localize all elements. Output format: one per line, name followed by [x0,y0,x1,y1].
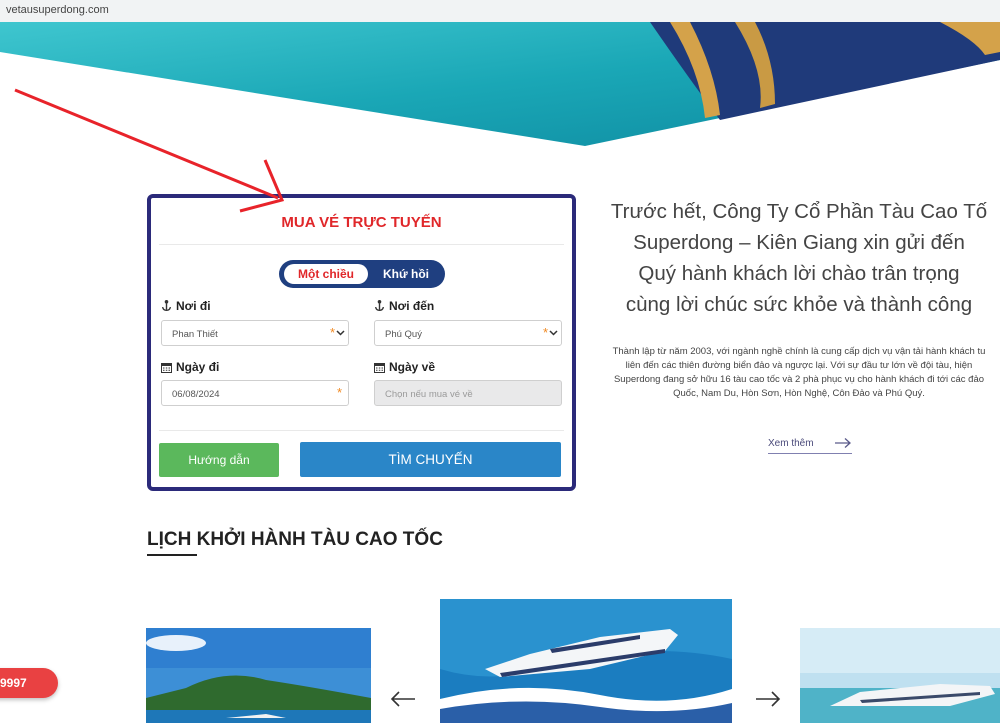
schedule-title: LỊCH KHỞI HÀNH TÀU CAO TỐC [147,529,443,550]
hero-banner [0,22,1000,146]
search-trips-button[interactable]: TÌM CHUYẾN [300,442,561,477]
title-underline [147,554,197,556]
to-label-row: Nơi đến [374,299,434,313]
calendar-icon [161,363,172,373]
required-mark: * [542,325,548,340]
round-trip-option[interactable]: Khứ hồi [371,264,441,284]
from-select[interactable]: Phan Thiết * [161,320,349,346]
ferry-photo-left[interactable] [146,628,371,723]
booking-form: MUA VÉ TRỰC TUYẾN Một chiều Khứ hồi Nơi … [147,194,576,491]
anchor-icon [162,300,171,311]
hotline-button[interactable]: 9997 [0,668,58,698]
required-mark: * [336,385,342,400]
depart-label-row: Ngày đi [161,360,219,374]
intro-line: Superdong – Kiên Giang xin gửi đến [633,231,965,254]
from-label: Nơi đi [176,299,211,313]
intro-body-line: Thành lập từ năm 2003, với ngành nghề ch… [612,346,986,357]
ferry-photo-right[interactable] [800,628,1000,723]
depart-label: Ngày đi [176,360,220,374]
chevron-down-icon [336,330,345,336]
intro-line: Trước hết, Công Ty Cổ Phần Tàu Cao Tố [610,200,988,223]
return-date-input[interactable]: Chọn nếu mua vé về [374,380,562,406]
intro-body: Thành lập từ năm 2003, với ngành nghề ch… [584,345,1000,401]
depart-value: 06/08/2024 [172,389,220,400]
return-placeholder: Chọn nếu mua vé về [385,389,473,400]
ferry-photo-center[interactable] [440,599,732,723]
depart-date-input[interactable]: 06/08/2024 * [161,380,349,406]
guide-button[interactable]: Hướng dẫn [159,443,279,477]
intro-line: cùng lời chúc sức khỏe và thành công [625,293,973,316]
to-value: Phú Quý [385,329,422,340]
return-label-row: Ngày về [374,360,435,374]
intro-body-line: liên đến các thiên đường biển đảo và ngư… [625,360,973,371]
from-value: Phan Thiết [172,329,218,340]
from-label-row: Nơi đi [161,299,211,313]
intro-line: Quý hành khách lời chào trân trọng [638,262,960,285]
carousel-prev-arrow[interactable] [390,690,416,708]
intro-heading: Trước hết, Công Ty Cổ Phần Tàu Cao Tố Su… [584,196,1000,320]
one-way-option[interactable]: Một chiều [284,264,368,284]
intro-body-line: Superdong đang sở hữu 16 tàu cao tốc và … [613,374,985,385]
divider [159,430,564,431]
carousel-next-arrow[interactable] [755,690,781,708]
required-mark: * [329,325,335,340]
anchor-icon [375,300,384,311]
arrow-right-icon [835,438,851,448]
read-more-link[interactable]: Xem thêm [768,437,852,454]
intro-body-line: Quốc, Nam Du, Hòn Sơn, Hòn Nghệ, Côn Đảo… [673,388,925,399]
hotline-number: 9997 [0,676,27,690]
read-more-label: Xem thêm [768,438,814,449]
calendar-icon [374,363,385,373]
trip-type-toggle: Một chiều Khứ hồi [279,260,445,288]
booking-title: MUA VÉ TRỰC TUYẾN [281,214,442,231]
to-label: Nơi đến [389,299,435,313]
to-select[interactable]: Phú Quý * [374,320,562,346]
address-bar[interactable]: vetausuperdong.com [0,0,1000,23]
chevron-down-icon [549,330,558,336]
url-text: vetausuperdong.com [6,4,109,16]
return-label: Ngày về [389,360,436,374]
divider [159,244,564,245]
